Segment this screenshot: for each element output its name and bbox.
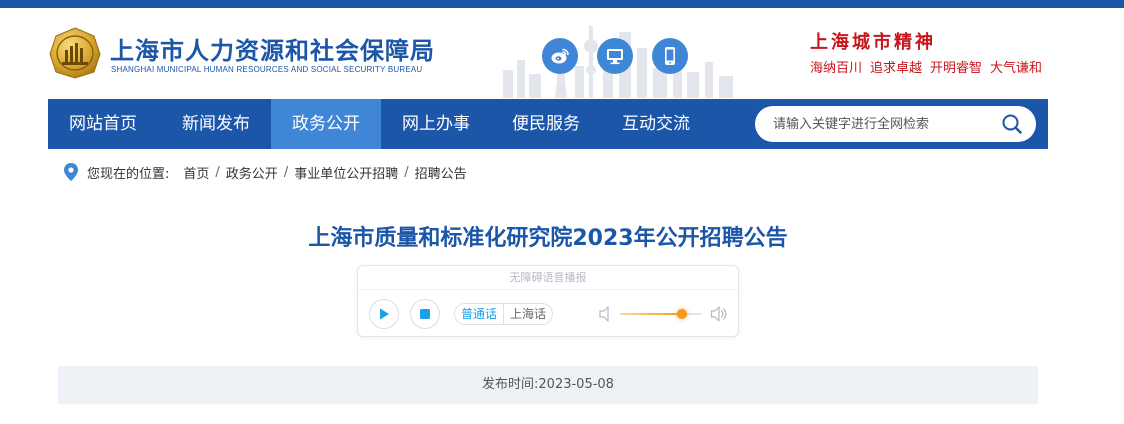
volume-slider-fill	[620, 313, 682, 315]
location-pin-icon	[64, 163, 78, 181]
search-input[interactable]	[773, 106, 993, 142]
article-title: 上海市质量和标准化研究院2023年公开招聘公告	[308, 226, 788, 251]
nav-item-gov-info[interactable]: 政务公开	[271, 99, 381, 149]
search-box	[755, 106, 1036, 142]
nav-item-news[interactable]: 新闻发布	[161, 99, 271, 149]
nav-item-online-services[interactable]: 网上办事	[381, 99, 491, 149]
computer-icon	[607, 49, 623, 65]
volume-slider-handle[interactable]	[676, 309, 687, 319]
city-spirit-words: 海纳百川 追求卓越 开明睿智 大气谦和	[810, 57, 1042, 76]
volume-low-icon	[599, 306, 609, 322]
weibo-button[interactable]	[542, 38, 578, 74]
publish-info-bar: 发布时间:2023-05-08	[58, 366, 1038, 404]
breadcrumb-notice[interactable]: 招聘公告	[415, 163, 467, 182]
site-subtitle: SHANGHAI MUNICIPAL HUMAN RESOURCES AND S…	[111, 65, 423, 74]
player-caption: 无障碍语音播报	[358, 266, 738, 290]
weibo-icon	[551, 48, 569, 64]
stop-button[interactable]	[410, 299, 440, 329]
volume-high-icon	[710, 306, 727, 322]
play-icon	[380, 308, 389, 320]
spirit-word: 海纳百川	[810, 61, 863, 76]
computer-version-button[interactable]	[597, 38, 633, 74]
language-mandarin[interactable]: 普通话	[455, 304, 503, 324]
nav-item-interaction[interactable]: 互动交流	[601, 99, 711, 149]
play-button[interactable]	[369, 299, 399, 329]
accessibility-audio-player: 无障碍语音播报 普通话 上海话	[357, 265, 739, 337]
bureau-logo-emblem[interactable]	[48, 26, 102, 80]
spirit-word: 追求卓越	[870, 61, 923, 76]
nav-item-public-services[interactable]: 便民服务	[491, 99, 601, 149]
breadcrumb-recruitment[interactable]: 事业单位公开招聘	[294, 163, 398, 182]
city-spirit-title: 上海城市精神	[810, 32, 936, 53]
language-shanghainese[interactable]: 上海话	[503, 304, 552, 324]
spirit-word: 大气谦和	[990, 61, 1043, 76]
top-accent-bar	[0, 0, 1124, 8]
breadcrumb-separator: /	[215, 164, 220, 180]
language-selector: 普通话 上海话	[454, 303, 554, 325]
site-title[interactable]: 上海市人力资源和社会保障局	[110, 31, 435, 66]
publish-date: 2023-05-08	[538, 377, 614, 392]
mobile-icon	[665, 47, 675, 65]
breadcrumb-label: 您现在的位置:	[87, 166, 170, 182]
breadcrumb-gov-info[interactable]: 政务公开	[226, 163, 278, 182]
nav-item-home[interactable]: 网站首页	[48, 99, 158, 149]
stop-icon	[420, 309, 430, 319]
breadcrumb-separator: /	[283, 164, 289, 180]
spirit-word: 开明睿智	[930, 61, 983, 76]
breadcrumb-separator: /	[404, 164, 409, 180]
breadcrumb: 您现在的位置: 首页 / 政务公开 / 事业单位公开招聘 / 招聘公告	[64, 162, 467, 182]
breadcrumb-home[interactable]: 首页	[183, 163, 209, 182]
search-icon[interactable]	[1001, 113, 1023, 135]
mobile-version-button[interactable]	[652, 38, 688, 74]
volume-slider[interactable]	[620, 309, 702, 319]
publish-label: 发布时间:	[482, 377, 539, 392]
